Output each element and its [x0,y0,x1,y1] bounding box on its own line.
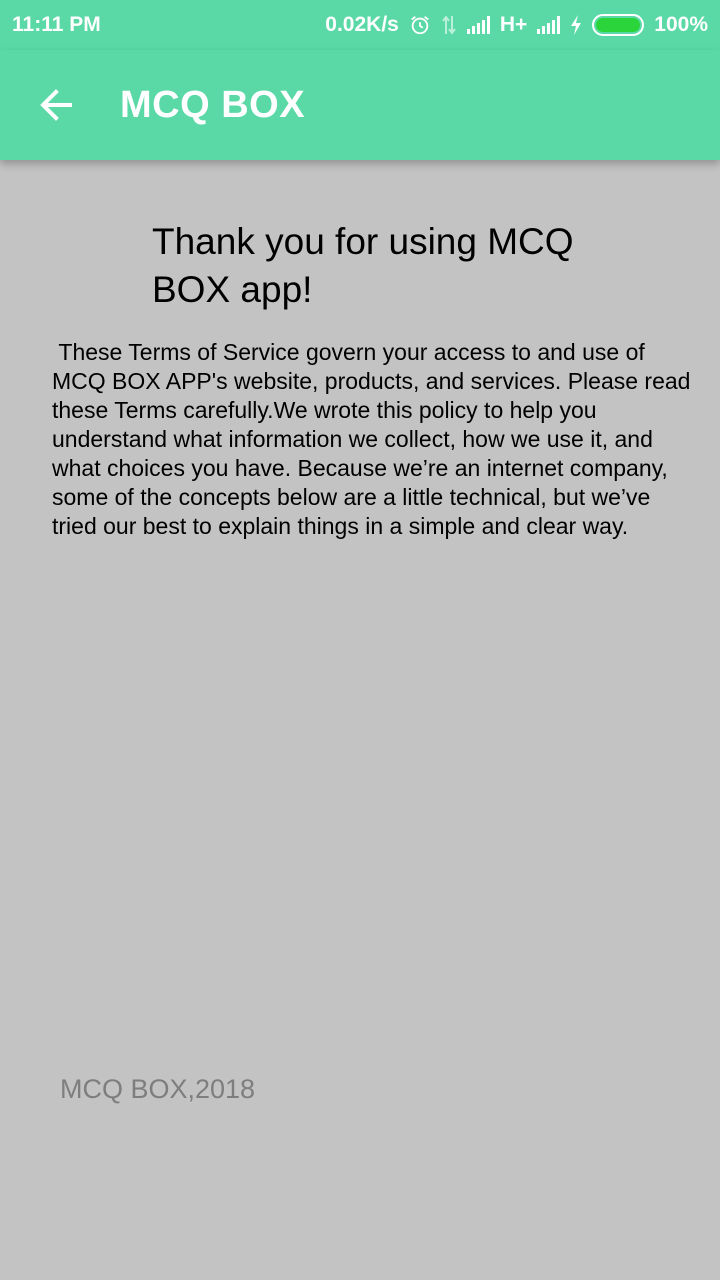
signal-icon [466,16,490,34]
thank-you-headline: Thank you for using MCQ BOX app! [152,221,574,310]
back-button[interactable] [30,79,82,131]
battery-icon [592,14,645,36]
app-bar: MCQ BOX [0,50,720,160]
status-time: 11:11 PM [12,13,101,36]
content-area: Thank you for using MCQ BOX app! These T… [0,160,720,1280]
net-speed: 0.02K/s [325,13,399,36]
terms-body-text: These Terms of Service govern your acces… [52,339,697,539]
data-transfer-icon [442,15,456,35]
app-title: MCQ BOX [120,83,306,126]
network-type: H+ [499,13,528,36]
battery-percent: 100% [654,13,708,36]
status-bar: 11:11 PM 0.02K/s H+ 100% [0,0,720,50]
signal-icon-2 [537,16,561,34]
status-icons: 0.02K/s H+ 100% [325,13,708,37]
copyright-footer: MCQ BOX,2018 [60,1074,256,1104]
charging-icon [571,15,582,35]
alarm-icon [411,16,429,35]
battery-fill [596,18,641,32]
arrow-left-icon [40,89,72,121]
